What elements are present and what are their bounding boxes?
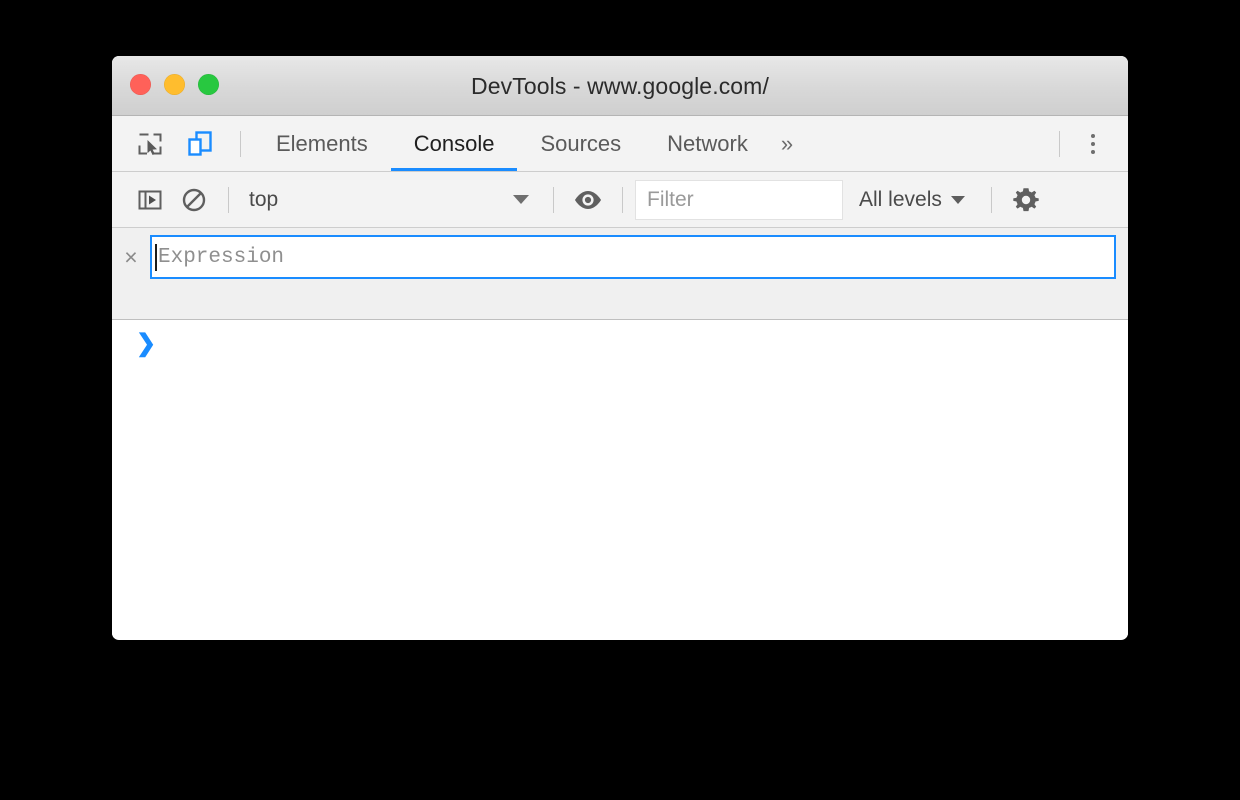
panel-tabs: Elements Console Sources Network » bbox=[253, 116, 807, 171]
main-menu-button[interactable] bbox=[1072, 122, 1114, 166]
live-expression-placeholder: Expression bbox=[158, 245, 285, 269]
tab-elements-label: Elements bbox=[276, 130, 368, 156]
more-tabs-button[interactable]: » bbox=[771, 116, 807, 171]
close-icon: × bbox=[124, 243, 138, 270]
toolbar-divider bbox=[240, 130, 241, 157]
tab-console-label: Console bbox=[413, 130, 495, 156]
console-toolbar-divider-3 bbox=[622, 186, 623, 213]
tab-network[interactable]: Network bbox=[644, 116, 771, 171]
console-toolbar-divider-2 bbox=[553, 186, 554, 213]
tab-sources-label: Sources bbox=[540, 130, 622, 156]
gear-icon bbox=[1013, 187, 1039, 211]
inspect-element-button[interactable] bbox=[128, 122, 172, 166]
kebab-dot-2 bbox=[1091, 141, 1095, 146]
tab-console[interactable]: Console bbox=[390, 116, 518, 171]
console-filter-input[interactable]: Filter bbox=[635, 179, 843, 220]
tab-bar-right-tools bbox=[1047, 122, 1128, 166]
toolbar-divider-right bbox=[1059, 130, 1060, 157]
kebab-dot-3 bbox=[1091, 149, 1095, 154]
device-toolbar-icon bbox=[188, 130, 212, 156]
text-cursor bbox=[155, 243, 157, 271]
log-level-selector[interactable]: All levels bbox=[843, 188, 979, 212]
console-filter-placeholder: Filter bbox=[647, 187, 694, 211]
clear-console-button[interactable] bbox=[172, 178, 216, 222]
eye-icon bbox=[575, 190, 601, 209]
live-expression-input[interactable]: Expression bbox=[150, 235, 1116, 279]
show-console-sidebar-icon bbox=[138, 190, 162, 209]
tab-elements[interactable]: Elements bbox=[253, 116, 391, 171]
screen: DevTools - www.google.com/ Elements Cons… bbox=[0, 0, 1240, 800]
tab-sources[interactable]: Sources bbox=[517, 116, 644, 171]
tab-network-label: Network bbox=[667, 130, 748, 156]
console-prompt-row[interactable]: ❯ bbox=[112, 320, 1128, 356]
console-toolbar: top Filter All levels bbox=[112, 172, 1128, 228]
show-console-sidebar-button[interactable] bbox=[128, 178, 172, 222]
console-prompt-chevron-icon: ❯ bbox=[136, 330, 157, 357]
console-toolbar-divider-1 bbox=[228, 186, 229, 213]
panel-tab-bar: Elements Console Sources Network » bbox=[112, 116, 1128, 172]
console-output-area[interactable]: ❯ bbox=[112, 320, 1128, 638]
chevron-double-right-icon: » bbox=[780, 130, 794, 156]
inspect-element-icon bbox=[138, 133, 162, 155]
tab-bar-left-tools bbox=[112, 122, 253, 166]
window-title: DevTools - www.google.com/ bbox=[471, 73, 769, 99]
remove-live-expression-button[interactable]: × bbox=[112, 237, 150, 277]
live-expression-row: × Expression bbox=[112, 228, 1128, 279]
create-live-expression-button[interactable] bbox=[566, 178, 610, 222]
clear-console-icon bbox=[182, 188, 206, 211]
execution-context-selector[interactable]: top bbox=[241, 182, 541, 218]
kebab-dot-1 bbox=[1091, 133, 1095, 138]
chevron-down-small-icon bbox=[950, 195, 965, 204]
title-bar: DevTools - www.google.com/ bbox=[112, 56, 1128, 116]
toggle-device-toolbar-button[interactable] bbox=[178, 122, 222, 166]
console-settings-button[interactable] bbox=[1004, 178, 1048, 222]
console-toolbar-divider-4 bbox=[990, 186, 992, 213]
log-level-label: All levels bbox=[859, 187, 942, 211]
devtools-window: DevTools - www.google.com/ Elements Cons… bbox=[112, 56, 1128, 640]
execution-context-label: top bbox=[249, 187, 279, 211]
live-expression-pane: × Expression bbox=[112, 228, 1128, 320]
chevron-down-icon bbox=[513, 195, 529, 204]
